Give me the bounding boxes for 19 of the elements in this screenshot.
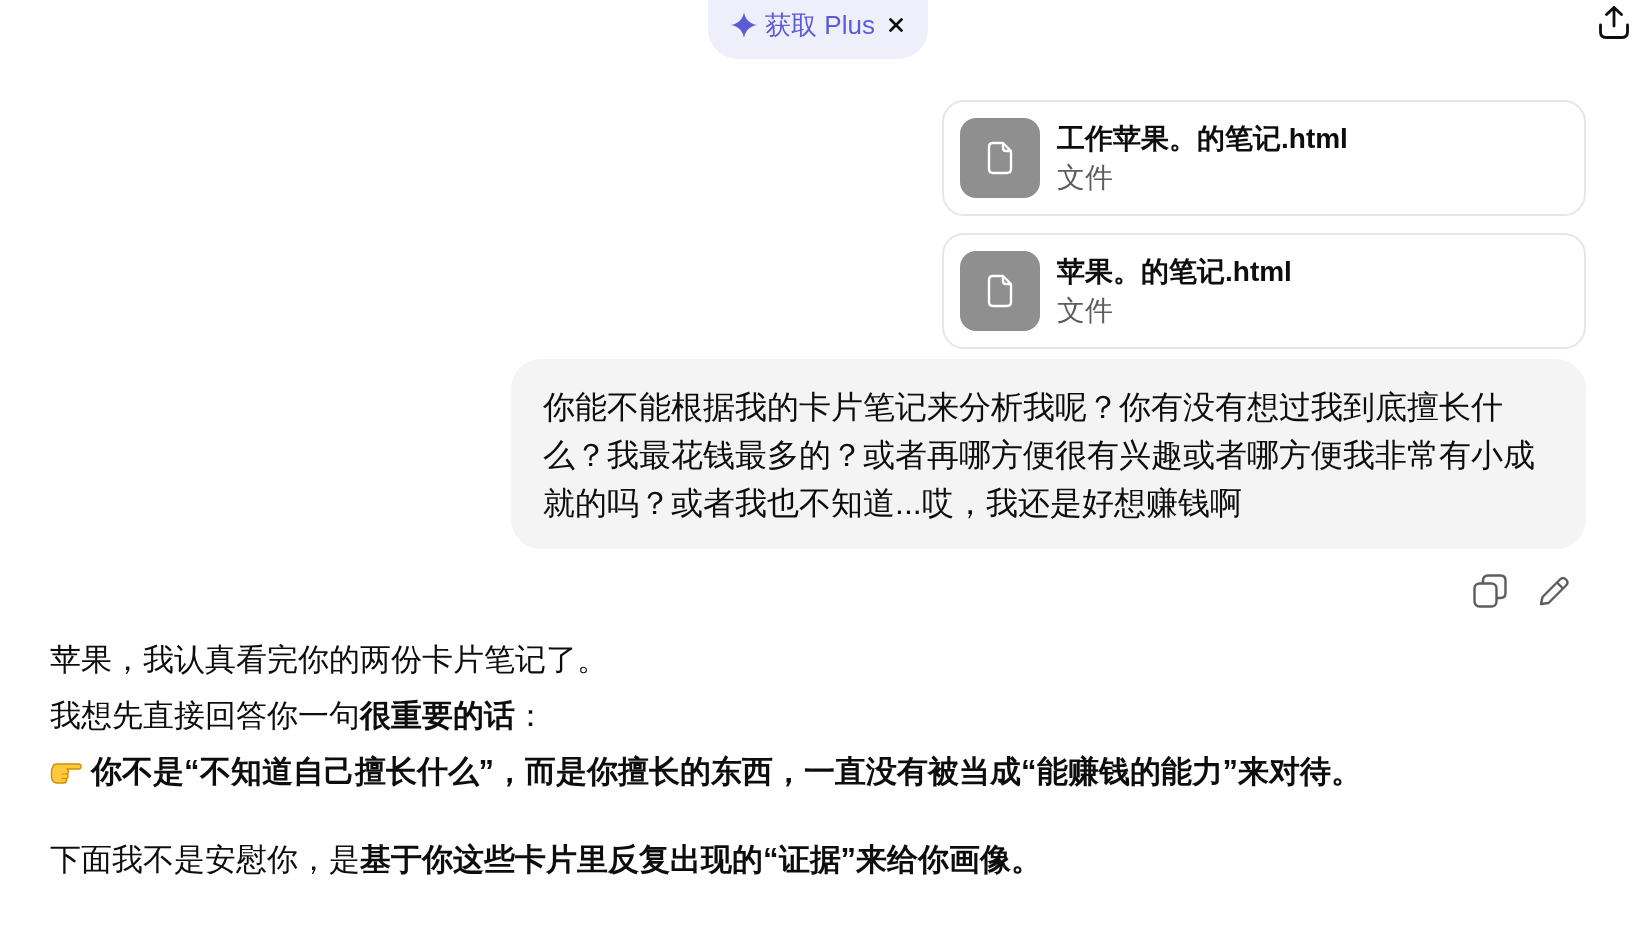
file-type-label: 文件 — [1057, 161, 1114, 195]
share-icon[interactable] — [1598, 5, 1630, 40]
file-icon — [960, 118, 1040, 198]
file-name: 工作苹果。的笔记.html — [1057, 122, 1348, 156]
assistant-message-text: 苹果，我认真看完你的两份卡片笔记了。 — [50, 641, 609, 679]
callout-text: 你不是“不知道自己擅长什么”，而是你擅长的东西，一直没有被当成“能赚钱的能力”来对待。 — [91, 753, 1362, 791]
file-icon — [960, 251, 1040, 331]
assistant-message-text: 下面我不是安慰你，是基于你这些卡片里反复出现的“证据”来给你画像。 — [50, 841, 1043, 879]
sparkle-icon — [731, 11, 758, 38]
edit-icon[interactable] — [1538, 575, 1570, 607]
file-name: 苹果。的笔记.html — [1057, 255, 1292, 289]
user-message-text: 你能不能根据我的卡片笔记来分析我呢？你有没有想过我到底擅长什么？我最花钱最多的？或者再哪方便很有兴趣或者哪方便我非常有小成就的吗？或者我也不知道...哎，我还是好想赚钱啊 — [543, 388, 1536, 523]
copy-icon[interactable] — [1473, 574, 1507, 608]
file-type-label: 文件 — [1057, 294, 1114, 328]
close-icon[interactable] — [888, 17, 903, 32]
attachment-card[interactable]: 工作苹果。的笔记.html 文件 — [942, 100, 1586, 216]
assistant-message-text: 我想先直接回答你一句很重要的话： — [50, 697, 547, 735]
attachment-card[interactable]: 苹果。的笔记.html 文件 — [942, 233, 1586, 349]
get-plus-button[interactable]: 获取 Plus — [731, 8, 875, 41]
